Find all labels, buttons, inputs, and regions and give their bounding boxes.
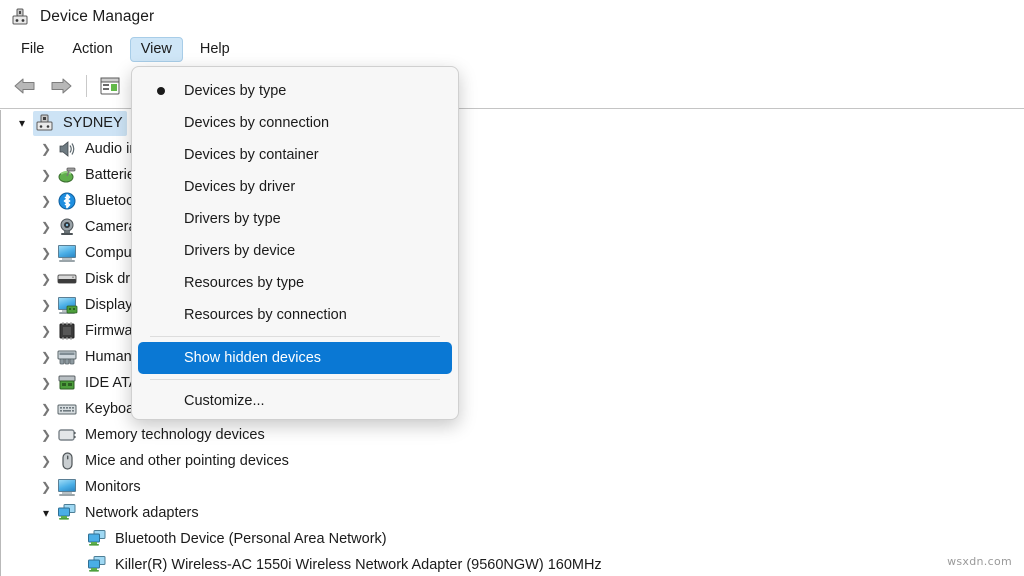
watermark: wsxdn.com bbox=[947, 555, 1012, 568]
radio-bullet-icon bbox=[138, 87, 184, 95]
menu-view[interactable]: View bbox=[129, 36, 183, 62]
chevron-right-icon[interactable]: ❯ bbox=[35, 474, 57, 500]
menu-item-label: Show hidden devices bbox=[184, 350, 322, 366]
menu-action[interactable]: Action bbox=[61, 37, 123, 62]
title-bar: Device Manager bbox=[0, 0, 1024, 34]
chevron-right-icon[interactable]: ❯ bbox=[35, 318, 57, 344]
menu-item-devices-by-type[interactable]: Devices by type bbox=[138, 75, 452, 107]
window-title: Device Manager bbox=[40, 8, 155, 25]
chevron-right-icon[interactable]: ❯ bbox=[35, 136, 57, 162]
tree-label: Mice and other pointing devices bbox=[85, 453, 289, 469]
menu-item-drivers-by-device[interactable]: Drivers by device bbox=[138, 235, 452, 267]
menu-item-label: Resources by connection bbox=[184, 307, 347, 323]
view-dropdown-menu[interactable]: Devices by type Devices by connection De… bbox=[131, 66, 459, 420]
keyboard-icon bbox=[57, 399, 79, 419]
tree-label: Killer(R) Wireless-AC 1550i Wireless Net… bbox=[115, 557, 602, 573]
menu-item-resources-by-type[interactable]: Resources by type bbox=[138, 267, 452, 299]
camera-icon bbox=[57, 217, 79, 237]
back-arrow-icon[interactable] bbox=[8, 71, 42, 101]
tree-row-monitors[interactable]: ❯ Monitors bbox=[1, 474, 1024, 500]
ide-controller-icon bbox=[57, 373, 79, 393]
menu-item-label: Resources by type bbox=[184, 275, 305, 291]
menu-item-resources-by-connection[interactable]: Resources by connection bbox=[138, 299, 452, 331]
tree-label: Bluetooth Device (Personal Area Network) bbox=[115, 531, 387, 547]
bluetooth-icon bbox=[57, 191, 79, 211]
menu-item-label: Customize... bbox=[184, 393, 265, 409]
menu-item-devices-by-connection[interactable]: Devices by connection bbox=[138, 107, 452, 139]
chevron-right-icon[interactable]: ❯ bbox=[35, 344, 57, 370]
chevron-right-icon[interactable]: ❯ bbox=[35, 396, 57, 422]
chevron-right-icon[interactable]: ❯ bbox=[35, 292, 57, 318]
network-adapter-icon bbox=[87, 555, 109, 575]
disk-drive-icon bbox=[57, 269, 79, 289]
menu-item-label: Devices by connection bbox=[184, 115, 330, 131]
speaker-icon bbox=[57, 139, 79, 159]
chevron-down-icon[interactable]: ▾ bbox=[11, 110, 33, 136]
tree-row-bluetooth-pan-adapter[interactable]: Bluetooth Device (Personal Area Network) bbox=[1, 526, 1024, 552]
tree-label: Memory technology devices bbox=[85, 427, 265, 443]
network-adapter-icon bbox=[87, 529, 109, 549]
hid-icon bbox=[57, 347, 79, 367]
toolbar-separator bbox=[86, 75, 87, 97]
menu-separator bbox=[150, 336, 440, 337]
menu-bar: File Action View Help bbox=[0, 34, 1024, 64]
computer-monitor-icon bbox=[57, 243, 79, 263]
menu-item-label: Drivers by type bbox=[184, 211, 281, 227]
device-manager-icon bbox=[10, 7, 30, 27]
network-adapter-icon bbox=[57, 503, 79, 523]
menu-item-show-hidden-devices[interactable]: Show hidden devices bbox=[138, 342, 452, 374]
properties-icon[interactable] bbox=[93, 71, 127, 101]
chevron-right-icon[interactable]: ❯ bbox=[35, 370, 57, 396]
menu-file[interactable]: File bbox=[10, 37, 55, 62]
menu-separator bbox=[150, 379, 440, 380]
menu-item-customize[interactable]: Customize... bbox=[138, 385, 452, 417]
computer-icon bbox=[35, 113, 57, 133]
tree-row-memory-technology-devices[interactable]: ❯ Memory technology devices bbox=[1, 422, 1024, 448]
chevron-right-icon[interactable]: ❯ bbox=[35, 214, 57, 240]
tree-label: SYDNEY bbox=[63, 114, 123, 131]
chevron-right-icon[interactable]: ❯ bbox=[35, 448, 57, 474]
menu-item-label: Devices by type bbox=[184, 83, 287, 99]
tree-row-killer-wireless-adapter[interactable]: Killer(R) Wireless-AC 1550i Wireless Net… bbox=[1, 552, 1024, 576]
menu-item-drivers-by-type[interactable]: Drivers by type bbox=[138, 203, 452, 235]
tree-label: Network adapters bbox=[85, 505, 199, 521]
monitor-icon bbox=[57, 477, 79, 497]
menu-item-label: Devices by driver bbox=[184, 179, 296, 195]
menu-item-devices-by-container[interactable]: Devices by container bbox=[138, 139, 452, 171]
forward-arrow-icon[interactable] bbox=[44, 71, 78, 101]
chevron-right-icon[interactable]: ❯ bbox=[35, 266, 57, 292]
display-adapter-icon bbox=[57, 295, 79, 315]
firmware-chip-icon bbox=[57, 321, 79, 341]
tree-label: Monitors bbox=[85, 479, 141, 495]
menu-item-devices-by-driver[interactable]: Devices by driver bbox=[138, 171, 452, 203]
memory-icon bbox=[57, 425, 79, 445]
chevron-right-icon[interactable]: ❯ bbox=[35, 162, 57, 188]
tree-row-mice[interactable]: ❯ Mice and other pointing devices bbox=[1, 448, 1024, 474]
menu-item-label: Drivers by device bbox=[184, 243, 296, 259]
battery-icon bbox=[57, 165, 79, 185]
chevron-right-icon[interactable]: ❯ bbox=[35, 188, 57, 214]
menu-item-label: Devices by container bbox=[184, 147, 319, 163]
chevron-down-icon[interactable]: ▾ bbox=[35, 500, 57, 526]
menu-help[interactable]: Help bbox=[189, 37, 241, 62]
mouse-icon bbox=[57, 451, 79, 471]
tree-row-network-adapters[interactable]: ▾ Network adapters bbox=[1, 500, 1024, 526]
chevron-right-icon[interactable]: ❯ bbox=[35, 422, 57, 448]
chevron-right-icon[interactable]: ❯ bbox=[35, 240, 57, 266]
